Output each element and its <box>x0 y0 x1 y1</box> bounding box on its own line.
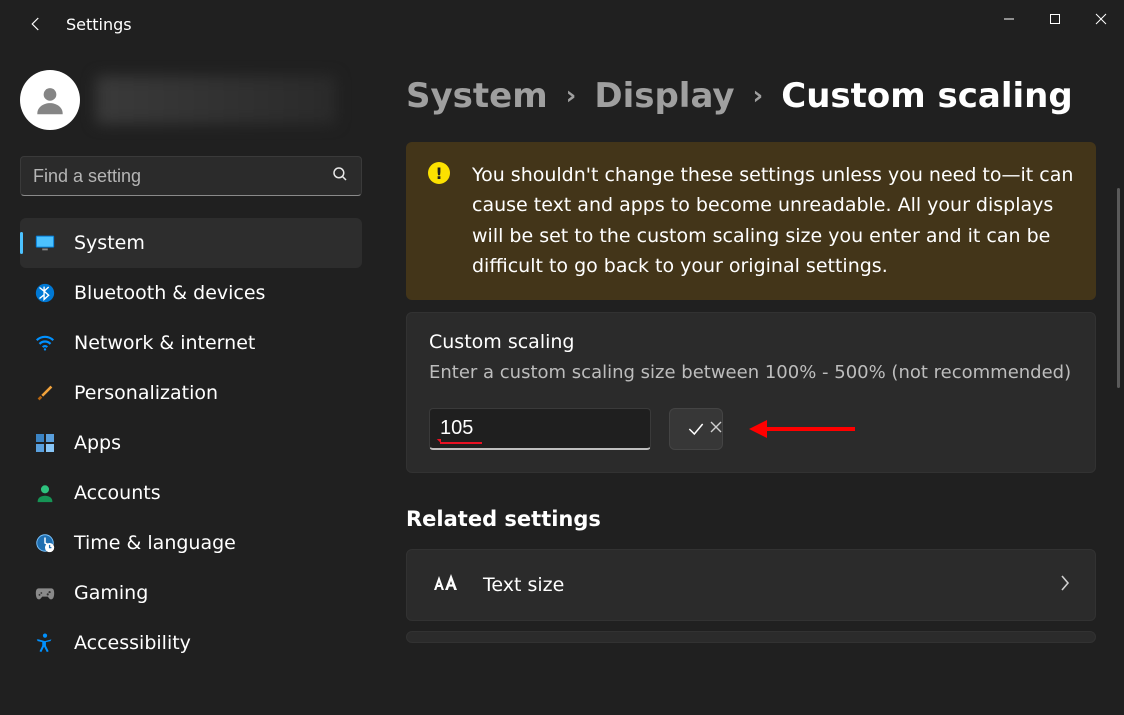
chevron-right-icon <box>1059 573 1071 597</box>
setting-row-label: Text size <box>483 574 1033 596</box>
chevron-right-icon: › <box>753 81 764 111</box>
chevron-right-icon: › <box>566 81 577 111</box>
search-box[interactable] <box>20 156 362 196</box>
wifi-icon <box>34 332 56 354</box>
custom-scaling-panel: Custom scaling Enter a custom scaling si… <box>406 312 1096 473</box>
sidebar-item-label: Apps <box>74 432 121 454</box>
sidebar-item-network[interactable]: Network & internet <box>20 318 362 368</box>
minimize-button[interactable] <box>986 0 1032 38</box>
paintbrush-icon <box>34 382 56 404</box>
profile-name-redacted <box>96 76 336 124</box>
sidebar-item-time-language[interactable]: Time & language <box>20 518 362 568</box>
spellcheck-underline <box>440 442 482 444</box>
app-title: Settings <box>66 15 132 34</box>
setting-row-partial[interactable] <box>406 631 1096 643</box>
sidebar-item-personalization[interactable]: Personalization <box>20 368 362 418</box>
nav-list: System Bluetooth & devices Network & int… <box>20 218 362 668</box>
warning-text: You shouldn't change these settings unle… <box>472 160 1074 282</box>
close-icon <box>1095 13 1107 25</box>
scaling-input-wrap[interactable] <box>429 408 651 450</box>
back-button[interactable] <box>20 8 52 40</box>
gamepad-icon <box>34 582 56 604</box>
maximize-icon <box>1049 13 1061 25</box>
annotation-arrow <box>747 418 847 440</box>
scrollbar[interactable] <box>1117 188 1120 388</box>
maximize-button[interactable] <box>1032 0 1078 38</box>
minimize-icon <box>1003 13 1015 25</box>
accessibility-icon <box>34 632 56 654</box>
sidebar: System Bluetooth & devices Network & int… <box>0 48 380 715</box>
search-icon <box>331 165 349 187</box>
setting-row-text-size[interactable]: Text size <box>406 549 1096 621</box>
person-green-icon <box>34 482 56 504</box>
title-bar: Settings <box>0 0 1124 48</box>
sidebar-item-system[interactable]: System <box>20 218 362 268</box>
sidebar-item-label: System <box>74 232 145 254</box>
x-icon <box>709 420 723 434</box>
sidebar-item-label: Gaming <box>74 582 148 604</box>
profile-section[interactable] <box>20 58 362 130</box>
sidebar-item-accounts[interactable]: Accounts <box>20 468 362 518</box>
warning-icon: ! <box>428 162 450 184</box>
sidebar-item-apps[interactable]: Apps <box>20 418 362 468</box>
sidebar-item-label: Network & internet <box>74 332 255 354</box>
avatar <box>20 70 80 130</box>
apps-icon <box>34 432 56 454</box>
main-content: System › Display › Custom scaling ! You … <box>380 48 1124 715</box>
sidebar-item-bluetooth[interactable]: Bluetooth & devices <box>20 268 362 318</box>
sidebar-item-gaming[interactable]: Gaming <box>20 568 362 618</box>
breadcrumb-system[interactable]: System <box>406 76 548 116</box>
sidebar-item-accessibility[interactable]: Accessibility <box>20 618 362 668</box>
related-heading: Related settings <box>406 507 1096 531</box>
warning-banner: ! You shouldn't change these settings un… <box>406 142 1096 300</box>
scaling-input[interactable] <box>440 417 705 440</box>
panel-title: Custom scaling <box>429 331 1073 353</box>
bluetooth-icon <box>34 282 56 304</box>
sidebar-item-label: Personalization <box>74 382 218 404</box>
sidebar-item-label: Accounts <box>74 482 161 504</box>
breadcrumb: System › Display › Custom scaling <box>406 76 1096 116</box>
breadcrumb-current: Custom scaling <box>781 76 1072 116</box>
panel-subtitle: Enter a custom scaling size between 100%… <box>429 359 1073 386</box>
arrow-left-icon <box>27 15 45 33</box>
window-controls <box>986 0 1124 38</box>
search-input[interactable] <box>33 166 331 187</box>
clock-globe-icon <box>34 532 56 554</box>
text-size-icon <box>431 572 457 598</box>
clear-input-button[interactable] <box>705 414 727 443</box>
person-icon <box>31 81 69 119</box>
sidebar-item-label: Accessibility <box>74 632 191 654</box>
monitor-icon <box>34 232 56 254</box>
breadcrumb-display[interactable]: Display <box>594 76 734 116</box>
close-button[interactable] <box>1078 0 1124 38</box>
sidebar-item-label: Time & language <box>74 532 236 554</box>
sidebar-item-label: Bluetooth & devices <box>74 282 265 304</box>
